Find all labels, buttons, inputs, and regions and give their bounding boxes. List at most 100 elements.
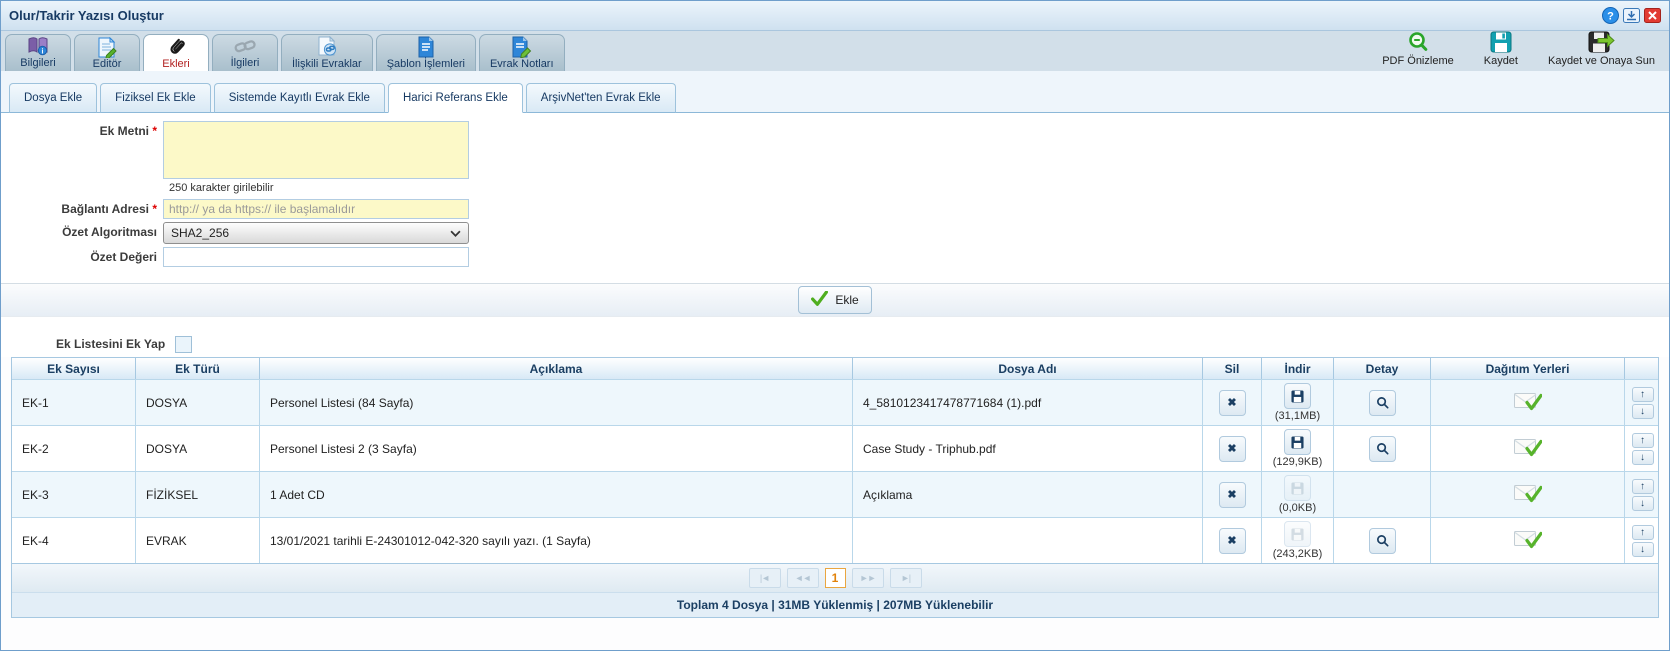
template-icon [417, 37, 435, 57]
subtab-sistemde-kayitli-evrak-ekle[interactable]: Sistemde Kayıtlı Evrak Ekle [214, 83, 385, 113]
table-cell-dagitim [1431, 518, 1625, 563]
kaydet-ve-onaya-sun-button[interactable]: Kaydet ve Onaya Sun [1548, 30, 1655, 68]
main-tabs: iBilgileri Editör Ekleri İlgileri İlişkili E… [5, 34, 1382, 71]
ekle-button[interactable]: Ekle [798, 286, 871, 314]
delete-button[interactable]: ✖ [1219, 528, 1246, 554]
tab-editor[interactable]: Editör [74, 34, 140, 71]
table-cell-indir: (243,2KB) [1262, 518, 1334, 563]
ozet-algoritmasi-select[interactable]: SHA2_256 [163, 222, 469, 244]
subtab-arsivnetten-evrak-ekle[interactable]: ArşivNet'ten Evrak Ekle [526, 83, 676, 113]
toolbar-button-label: PDF Önizleme [1382, 54, 1454, 68]
distribution-envelope-icon[interactable] [1514, 392, 1542, 413]
table-cell-sil: ✖ [1203, 426, 1262, 471]
table-cell-detay [1334, 472, 1431, 517]
tab-iliskili-evraklar[interactable]: İlişkili Evraklar [281, 34, 373, 71]
main-tab-bar: iBilgileri Editör Ekleri İlgileri İlişkili E… [1, 31, 1669, 71]
check-icon [811, 291, 828, 309]
ek-metni-textarea[interactable] [163, 121, 469, 179]
move-down-button[interactable]: ↓ [1632, 542, 1654, 557]
file-size: (0,0KB) [1279, 502, 1316, 514]
pdf-onizleme-button[interactable]: PDF Önizleme [1382, 30, 1454, 68]
editor-icon [97, 37, 117, 57]
app-window: Olur/Takrir Yazısı Oluştur ? iBilgileri E… [0, 0, 1670, 651]
paperclip-icon [165, 37, 188, 57]
help-icon[interactable]: ? [1602, 7, 1619, 24]
file-size: (129,9KB) [1273, 456, 1323, 468]
svg-text:?: ? [1607, 11, 1614, 23]
table-row: EK-4EVRAK13/01/2021 tarihli E-24301012-0… [12, 517, 1658, 563]
move-up-button[interactable]: ↑ [1632, 479, 1654, 494]
move-down-button[interactable]: ↓ [1632, 450, 1654, 465]
tab-label: İlgileri [231, 56, 260, 71]
ek-listesini-ek-yap-checkbox[interactable] [175, 336, 192, 353]
last-page-button[interactable]: ►| [890, 568, 922, 588]
totals-footer: Toplam 4 Dosya | 31MB Yüklenmiş | 207MB … [12, 592, 1658, 617]
file-size: (31,1MB) [1275, 410, 1320, 422]
chevron-down-icon [450, 226, 461, 240]
detail-button[interactable] [1369, 528, 1396, 554]
table-cell: EK-2 [12, 426, 136, 471]
table-cell-reorder: ↑↓ [1625, 518, 1660, 563]
action-toolbar: PDF Önizleme Kaydet Kaydet ve Onaya Sun [1382, 30, 1665, 71]
tab-label: Editör [93, 57, 122, 72]
move-down-button[interactable]: ↓ [1632, 496, 1654, 511]
first-page-button[interactable]: |◄ [749, 568, 781, 588]
table-cell-sil: ✖ [1203, 380, 1262, 425]
move-down-button[interactable]: ↓ [1632, 404, 1654, 419]
tab-label: Şablon İşlemleri [387, 57, 465, 72]
column-header: Dağıtım Yerleri [1431, 358, 1625, 379]
titlebar-icons: ? [1602, 7, 1661, 24]
kaydet-button[interactable]: Kaydet [1484, 30, 1518, 68]
subtab-fiziksel-ek-ekle[interactable]: Fiziksel Ek Ekle [100, 83, 211, 113]
current-page-button[interactable]: 1 [825, 568, 846, 588]
download-button[interactable] [1284, 383, 1311, 409]
delete-button[interactable]: ✖ [1219, 390, 1246, 416]
tab-ekleri[interactable]: Ekleri [143, 34, 209, 71]
subtab-dosya-ekle[interactable]: Dosya Ekle [9, 83, 97, 113]
spacer [1, 317, 1669, 331]
table-cell: EK-3 [12, 472, 136, 517]
move-up-button[interactable]: ↑ [1632, 433, 1654, 448]
delete-button[interactable]: ✖ [1219, 482, 1246, 508]
prev-page-button[interactable]: ◄◄ [787, 568, 819, 588]
harici-referans-form: Ek Metni * 250 karakter girilebilir Bağl… [1, 113, 1669, 283]
ozet-algoritmasi-value: SHA2_256 [171, 226, 229, 240]
ozet-degeri-label: Özet Değeri [1, 247, 163, 267]
ozet-degeri-input[interactable] [163, 247, 469, 267]
dock-icon[interactable] [1623, 8, 1640, 23]
close-icon[interactable] [1644, 8, 1661, 23]
distribution-envelope-icon[interactable] [1514, 484, 1542, 505]
doc-link-icon [317, 37, 337, 57]
download-button[interactable] [1284, 429, 1311, 455]
notes-icon [511, 37, 532, 57]
download-button [1284, 475, 1311, 501]
tab-bilgileri[interactable]: iBilgileri [5, 34, 71, 71]
detail-button[interactable] [1369, 436, 1396, 462]
page-title: Olur/Takrir Yazısı Oluştur [9, 8, 1602, 23]
detail-button[interactable] [1369, 390, 1396, 416]
move-up-button[interactable]: ↑ [1632, 525, 1654, 540]
column-header: Detay [1334, 358, 1431, 379]
table-cell-dagitim [1431, 380, 1625, 425]
baglanti-adresi-input[interactable] [163, 199, 469, 219]
table-cell-indir: (31,1MB) [1262, 380, 1334, 425]
tab-sablon-islemleri[interactable]: Şablon İşlemleri [376, 34, 476, 71]
tab-evrak-notlari[interactable]: Evrak Notları [479, 34, 565, 71]
table-cell: EK-1 [12, 380, 136, 425]
distribution-envelope-icon[interactable] [1514, 530, 1542, 551]
subtab-harici-referans-ekle[interactable]: Harici Referans Ekle [388, 83, 523, 113]
ozet-algoritmasi-label: Özet Algoritması [1, 222, 163, 244]
table-cell-detay [1334, 426, 1431, 471]
table-row: EK-1DOSYAPersonel Listesi (84 Sayfa)4_58… [12, 379, 1658, 425]
next-page-button[interactable]: ►► [852, 568, 884, 588]
download-button [1284, 521, 1311, 547]
delete-button[interactable]: ✖ [1219, 436, 1246, 462]
link-icon [234, 37, 256, 56]
reorder-buttons: ↑↓ [1632, 433, 1654, 465]
distribution-envelope-icon[interactable] [1514, 438, 1542, 459]
tab-ilgileri[interactable]: İlgileri [212, 34, 278, 71]
save-icon [1490, 30, 1512, 54]
table-cell-dagitim [1431, 426, 1625, 471]
file-size: (243,2KB) [1273, 548, 1323, 560]
move-up-button[interactable]: ↑ [1632, 387, 1654, 402]
